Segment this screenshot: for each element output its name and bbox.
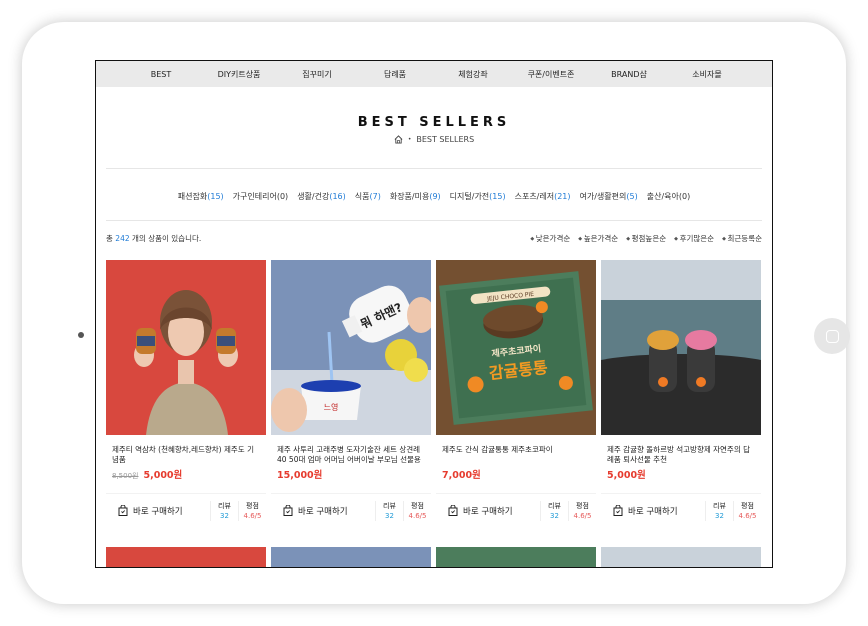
product-image-stone-diffuser[interactable] <box>601 547 761 567</box>
buy-now-button[interactable]: 바로 구매하기 <box>601 505 705 517</box>
buy-now-button[interactable]: 바로 구매하기 <box>106 505 210 517</box>
card-actions: 바로 구매하기 리뷰 32 평점 4.6/5 <box>601 493 761 527</box>
cup-text: 느영 <box>324 402 339 412</box>
product-name[interactable]: 제주도 간식 감귤통통 제주초코파이 <box>442 445 590 465</box>
product-name[interactable]: 제주 사투리 고래주병 도자기술잔 세트 상견례 40 50대 엄마 어머님 어… <box>277 445 425 465</box>
category-fashion[interactable]: 패션잡화(15) <box>178 191 224 202</box>
nav-diy-kit[interactable]: DIY키트상품 <box>200 69 278 80</box>
card-actions: 바로 구매하기 리뷰 32 평점 4.6/5 <box>436 493 596 527</box>
category-food[interactable]: 식품(7) <box>355 191 381 202</box>
buy-now-button[interactable]: 바로 구매하기 <box>436 505 540 517</box>
product-image-choco-pie-box[interactable]: JEJU CHOCO PIE 제주초코파이 감귤통통 <box>436 260 596 435</box>
screen: BEST DIY키트상품 집꾸미기 답례품 체험강좌 쿠폰/이벤트존 BRAND… <box>95 60 773 568</box>
sort-options: 낮은가격순 높은가격순 평점높은순 후기많은순 최근등록순 <box>530 233 762 244</box>
sort-newest[interactable]: 최근등록순 <box>722 233 763 244</box>
nav-consumer-mall[interactable]: 소비자몰 <box>668 69 746 80</box>
rating: 평점 4.6/5 <box>238 500 266 521</box>
category-baby[interactable]: 출산/육아(0) <box>647 191 690 202</box>
product-image-choco-pie-box[interactable] <box>436 547 596 567</box>
home-icon[interactable] <box>394 135 403 144</box>
price-row: 5,000원 <box>607 467 755 481</box>
category-living-health[interactable]: 생활/건강(16) <box>297 191 346 202</box>
product-card[interactable]: 제주 감귤향 돌하르방 석고방향제 자연주의 답례품 퇴사선물 추천 5,000… <box>601 260 761 527</box>
divider <box>106 168 762 169</box>
product-card[interactable]: JEJU CHOCO PIE 제주초코파이 감귤통통 제주도 간식 감귤통통 제… <box>436 260 596 527</box>
sort-rating[interactable]: 평점높은순 <box>626 233 667 244</box>
sort-low-price[interactable]: 낮은가격순 <box>530 233 571 244</box>
category-sports[interactable]: 스포츠/레저(21) <box>515 191 571 202</box>
divider <box>106 220 762 221</box>
page-title: BEST SELLERS <box>357 115 511 130</box>
page-header: BEST SELLERS • BEST SELLERS <box>96 87 772 144</box>
price-row: 8,500원 5,000원 <box>112 467 260 481</box>
buy-now-button[interactable]: 바로 구매하기 <box>271 505 375 517</box>
original-price: 8,500원 <box>112 472 139 480</box>
card-actions: 바로 구매하기 리뷰 32 평점 4.6/5 <box>106 493 266 527</box>
category-cosmetics[interactable]: 화장품/미용(9) <box>390 191 441 202</box>
product-image-ceramic-bottle[interactable]: 뭐 하맨? 느영 <box>271 260 431 435</box>
sale-price: 5,000원 <box>143 470 183 481</box>
product-name[interactable]: 제주티 역삼차 (천혜향차,레드향차) 제주도 기념품 <box>112 445 260 465</box>
category-digital[interactable]: 디지털/가전(15) <box>450 191 506 202</box>
nav-gifts[interactable]: 답례품 <box>356 69 434 80</box>
shopping-bag-icon <box>613 505 623 516</box>
price-row: 7,000원 <box>442 467 590 481</box>
top-nav: BEST DIY키트상품 집꾸미기 답례품 체험강좌 쿠폰/이벤트존 BRAND… <box>96 61 772 87</box>
shopping-bag-icon <box>118 505 128 516</box>
nav-coupon-event[interactable]: 쿠폰/이벤트존 <box>512 69 590 80</box>
breadcrumb-separator: • <box>407 136 412 143</box>
sort-reviews[interactable]: 후기많은순 <box>674 233 715 244</box>
product-image-tea-woman[interactable] <box>106 260 266 435</box>
sale-price: 15,000원 <box>277 470 323 481</box>
review-count: 리뷰 32 <box>375 500 403 521</box>
sale-price: 5,000원 <box>607 470 646 481</box>
list-toolbar: 총 242 개의 상품이 있습니다. 낮은가격순 높은가격순 평점높은순 후기많… <box>106 233 762 244</box>
rating: 평점 4.6/5 <box>733 500 761 521</box>
rating: 평점 4.6/5 <box>403 500 431 521</box>
breadcrumb-current: BEST SELLERS <box>416 135 475 144</box>
product-grid-row-2 <box>106 547 772 567</box>
product-card[interactable]: 뭐 하맨? 느영 제주 사투리 고래주병 도자기술잔 세트 상견례 40 50대… <box>271 260 431 527</box>
nav-best[interactable]: BEST <box>122 70 200 79</box>
nav-home-deco[interactable]: 집꾸미기 <box>278 69 356 80</box>
sale-price: 7,000원 <box>442 470 481 481</box>
price-row: 15,000원 <box>277 467 425 481</box>
review-count: 리뷰 32 <box>705 500 733 521</box>
breadcrumb: • BEST SELLERS <box>96 135 772 144</box>
camera-dot <box>78 332 84 338</box>
product-card[interactable]: 제주티 역삼차 (천혜향차,레드향차) 제주도 기념품 8,500원 5,000… <box>106 260 266 527</box>
product-grid: 제주티 역삼차 (천혜향차,레드향차) 제주도 기념품 8,500원 5,000… <box>106 260 772 527</box>
shopping-bag-icon <box>283 505 293 516</box>
sort-high-price[interactable]: 높은가격순 <box>578 233 619 244</box>
product-image-stone-diffuser[interactable] <box>601 260 761 435</box>
category-leisure[interactable]: 여가/생활편의(5) <box>580 191 638 202</box>
category-furniture[interactable]: 가구인테리어(0) <box>233 191 289 202</box>
product-total: 총 242 개의 상품이 있습니다. <box>106 234 202 243</box>
nav-brand-shop[interactable]: BRAND샵 <box>590 69 668 80</box>
review-count: 리뷰 32 <box>540 500 568 521</box>
product-image-ceramic-bottle[interactable] <box>271 547 431 567</box>
shopping-bag-icon <box>448 505 458 516</box>
category-filter: 패션잡화(15) 가구인테리어(0) 생활/건강(16) 식품(7) 화장품/미… <box>96 191 772 202</box>
review-count: 리뷰 32 <box>210 500 238 521</box>
product-name[interactable]: 제주 감귤향 돌하르방 석고방향제 자연주의 답례품 퇴사선물 추천 <box>607 445 755 465</box>
rating: 평점 4.6/5 <box>568 500 596 521</box>
card-actions: 바로 구매하기 리뷰 32 평점 4.6/5 <box>271 493 431 527</box>
home-button[interactable] <box>814 318 850 354</box>
product-image-tea-woman[interactable] <box>106 547 266 567</box>
nav-classes[interactable]: 체험강좌 <box>434 69 512 80</box>
